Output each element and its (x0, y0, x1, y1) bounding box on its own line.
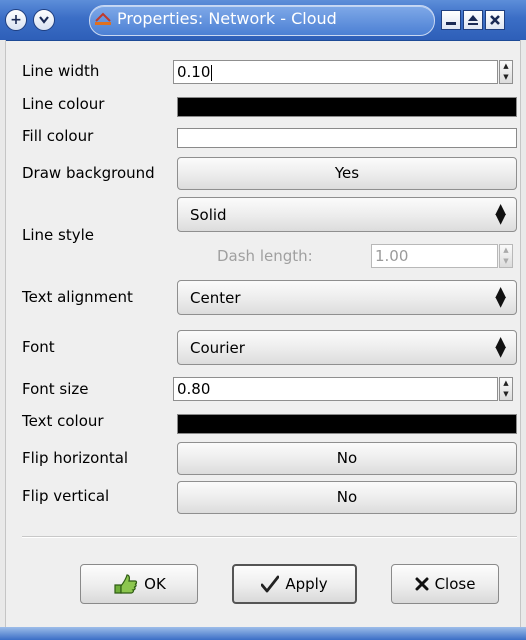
ok-hand-icon (114, 574, 138, 594)
text-alignment-select[interactable]: Center ▲ ▼ (177, 280, 517, 315)
fill-colour-swatch[interactable] (177, 128, 517, 148)
flip-horizontal-value: No (336, 449, 358, 467)
chevron-down-icon[interactable] (33, 9, 55, 31)
close-icon[interactable] (485, 10, 505, 30)
ok-button[interactable]: OK (80, 564, 198, 604)
font-value: Courier (190, 339, 245, 357)
select-arrows-icon: ▲ ▼ (495, 334, 506, 360)
minimize-icon[interactable] (441, 10, 461, 30)
font-size-spinner[interactable]: ▲ ▼ (499, 377, 513, 401)
window-frame-bottom (0, 627, 526, 640)
fill-colour-label: Fill colour (22, 127, 94, 145)
font-size-input[interactable]: 0.80 (173, 377, 498, 401)
dash-length-value: 1.00 (375, 247, 409, 265)
ok-label: OK (144, 575, 166, 593)
line-width-spinner[interactable]: ▲ ▼ (499, 60, 513, 84)
maximize-icon[interactable] (463, 10, 483, 30)
text-alignment-label: Text alignment (22, 288, 133, 306)
text-colour-label: Text colour (22, 412, 104, 430)
font-select[interactable]: Courier ▲ ▼ (177, 330, 517, 365)
flip-horizontal-label: Flip horizontal (22, 449, 129, 467)
font-size-value: 0.80 (177, 380, 211, 398)
font-size-label: Font size (22, 380, 89, 398)
line-width-input[interactable]: 0.10 (173, 60, 498, 84)
plus-icon[interactable]: + (5, 9, 27, 31)
select-arrows-icon: ▲ ▼ (495, 284, 506, 310)
apply-button[interactable]: Apply (232, 564, 357, 604)
x-icon (415, 577, 429, 591)
dash-length-label: Dash length: (217, 247, 313, 265)
checkmark-icon (261, 575, 280, 593)
window-frame-right (520, 40, 526, 640)
dash-length-spinner[interactable]: ▲ ▼ (499, 244, 513, 268)
text-cursor (211, 64, 213, 81)
close-button[interactable]: Close (391, 564, 499, 604)
line-style-label: Line style (22, 226, 94, 244)
line-style-value: Solid (190, 206, 227, 224)
flip-vertical-label: Flip vertical (22, 487, 110, 505)
draw-background-value: Yes (334, 164, 360, 182)
line-colour-swatch[interactable] (177, 97, 517, 117)
title-bar[interactable]: + Properties: Network - Cloud (0, 0, 526, 41)
flip-horizontal-toggle[interactable]: No (177, 442, 517, 475)
select-arrows-icon: ▲ ▼ (495, 201, 506, 227)
flip-vertical-toggle[interactable]: No (177, 481, 517, 514)
flip-vertical-value: No (336, 488, 358, 506)
window-title: Properties: Network - Cloud (117, 9, 337, 28)
app-icon (95, 12, 111, 25)
line-width-label: Line width (22, 62, 100, 80)
line-style-select[interactable]: Solid ▲ ▼ (177, 197, 517, 232)
draw-background-label: Draw background (22, 164, 155, 182)
separator (22, 536, 517, 538)
font-label: Font (22, 338, 55, 356)
close-label: Close (434, 575, 476, 593)
text-colour-swatch[interactable] (177, 414, 517, 434)
line-colour-label: Line colour (22, 95, 105, 113)
draw-background-toggle[interactable]: Yes (177, 157, 517, 190)
dash-length-input[interactable]: 1.00 (371, 244, 498, 268)
apply-label: Apply (285, 575, 328, 593)
line-width-value: 0.10 (177, 63, 211, 81)
text-alignment-value: Center (190, 289, 241, 307)
